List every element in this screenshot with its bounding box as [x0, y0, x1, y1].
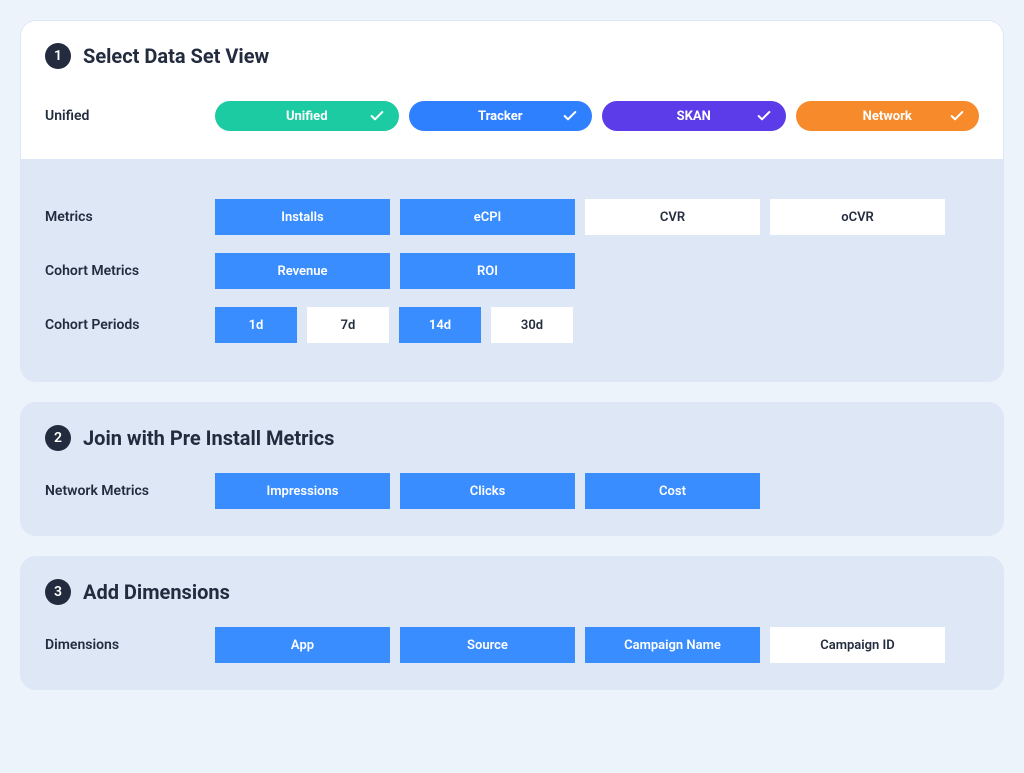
- row-label-metrics: Metrics: [45, 209, 205, 225]
- chip-source[interactable]: Source: [400, 627, 575, 663]
- chip-app[interactable]: App: [215, 627, 390, 663]
- pill-skan[interactable]: SKAN: [602, 101, 786, 131]
- pill-label: SKAN: [677, 109, 711, 124]
- section-join-pre-install: 2 Join with Pre Install Metrics Network …: [20, 402, 1004, 536]
- row-label-network-metrics: Network Metrics: [45, 483, 205, 499]
- chip-ocvr[interactable]: oCVR: [770, 199, 945, 235]
- section-title: Join with Pre Install Metrics: [83, 426, 334, 450]
- check-icon: [756, 108, 772, 124]
- row-label-cohort-periods: Cohort Periods: [45, 317, 205, 333]
- data-set-pill-row-container: Unified Unified Tracker SKAN Network: [21, 87, 1003, 159]
- pill-network[interactable]: Network: [796, 101, 980, 131]
- chip-campaign-id[interactable]: Campaign ID: [770, 627, 945, 663]
- chip-cost[interactable]: Cost: [585, 473, 760, 509]
- pill-unified[interactable]: Unified: [215, 101, 399, 131]
- metrics-container: Metrics Installs eCPI CVR oCVR Cohort Me…: [21, 159, 1003, 381]
- chip-cvr[interactable]: CVR: [585, 199, 760, 235]
- data-set-pills: Unified Tracker SKAN Network: [215, 101, 979, 131]
- chip-roi[interactable]: ROI: [400, 253, 575, 289]
- row-label-unified: Unified: [45, 108, 205, 124]
- section-header: 2 Join with Pre Install Metrics: [21, 403, 1003, 461]
- dimensions-container: Dimensions App Source Campaign Name Camp…: [21, 615, 1003, 689]
- chip-7d[interactable]: 7d: [307, 307, 389, 343]
- pill-label: Network: [863, 109, 912, 124]
- step-badge: 3: [45, 579, 71, 605]
- cohort-periods-chips: 1d 7d 14d 30d: [215, 307, 573, 343]
- chip-ecpi[interactable]: eCPI: [400, 199, 575, 235]
- section-title: Select Data Set View: [83, 44, 269, 68]
- row-label-cohort-metrics: Cohort Metrics: [45, 263, 205, 279]
- step-badge: 1: [45, 43, 71, 69]
- section-title: Add Dimensions: [83, 580, 230, 604]
- chip-30d[interactable]: 30d: [491, 307, 573, 343]
- chip-clicks[interactable]: Clicks: [400, 473, 575, 509]
- chip-revenue[interactable]: Revenue: [215, 253, 390, 289]
- metrics-chips: Installs eCPI CVR oCVR: [215, 199, 945, 235]
- section-select-data-set-view: 1 Select Data Set View Unified Unified T…: [20, 20, 1004, 382]
- network-metrics-container: Network Metrics Impressions Clicks Cost: [21, 461, 1003, 535]
- section-add-dimensions: 3 Add Dimensions Dimensions App Source C…: [20, 556, 1004, 690]
- chip-campaign-name[interactable]: Campaign Name: [585, 627, 760, 663]
- chip-installs[interactable]: Installs: [215, 199, 390, 235]
- chip-impressions[interactable]: Impressions: [215, 473, 390, 509]
- chip-1d[interactable]: 1d: [215, 307, 297, 343]
- cohort-metrics-chips: Revenue ROI: [215, 253, 575, 289]
- chip-14d[interactable]: 14d: [399, 307, 481, 343]
- check-icon: [369, 108, 385, 124]
- section-header: 1 Select Data Set View: [21, 21, 1003, 87]
- step-badge: 2: [45, 425, 71, 451]
- check-icon: [562, 108, 578, 124]
- section-header: 3 Add Dimensions: [21, 557, 1003, 615]
- pill-label: Unified: [286, 109, 328, 124]
- row-label-dimensions: Dimensions: [45, 637, 205, 653]
- check-icon: [949, 108, 965, 124]
- network-metrics-chips: Impressions Clicks Cost: [215, 473, 760, 509]
- dimensions-chips: App Source Campaign Name Campaign ID: [215, 627, 945, 663]
- pill-label: Tracker: [478, 109, 523, 124]
- pill-tracker[interactable]: Tracker: [409, 101, 593, 131]
